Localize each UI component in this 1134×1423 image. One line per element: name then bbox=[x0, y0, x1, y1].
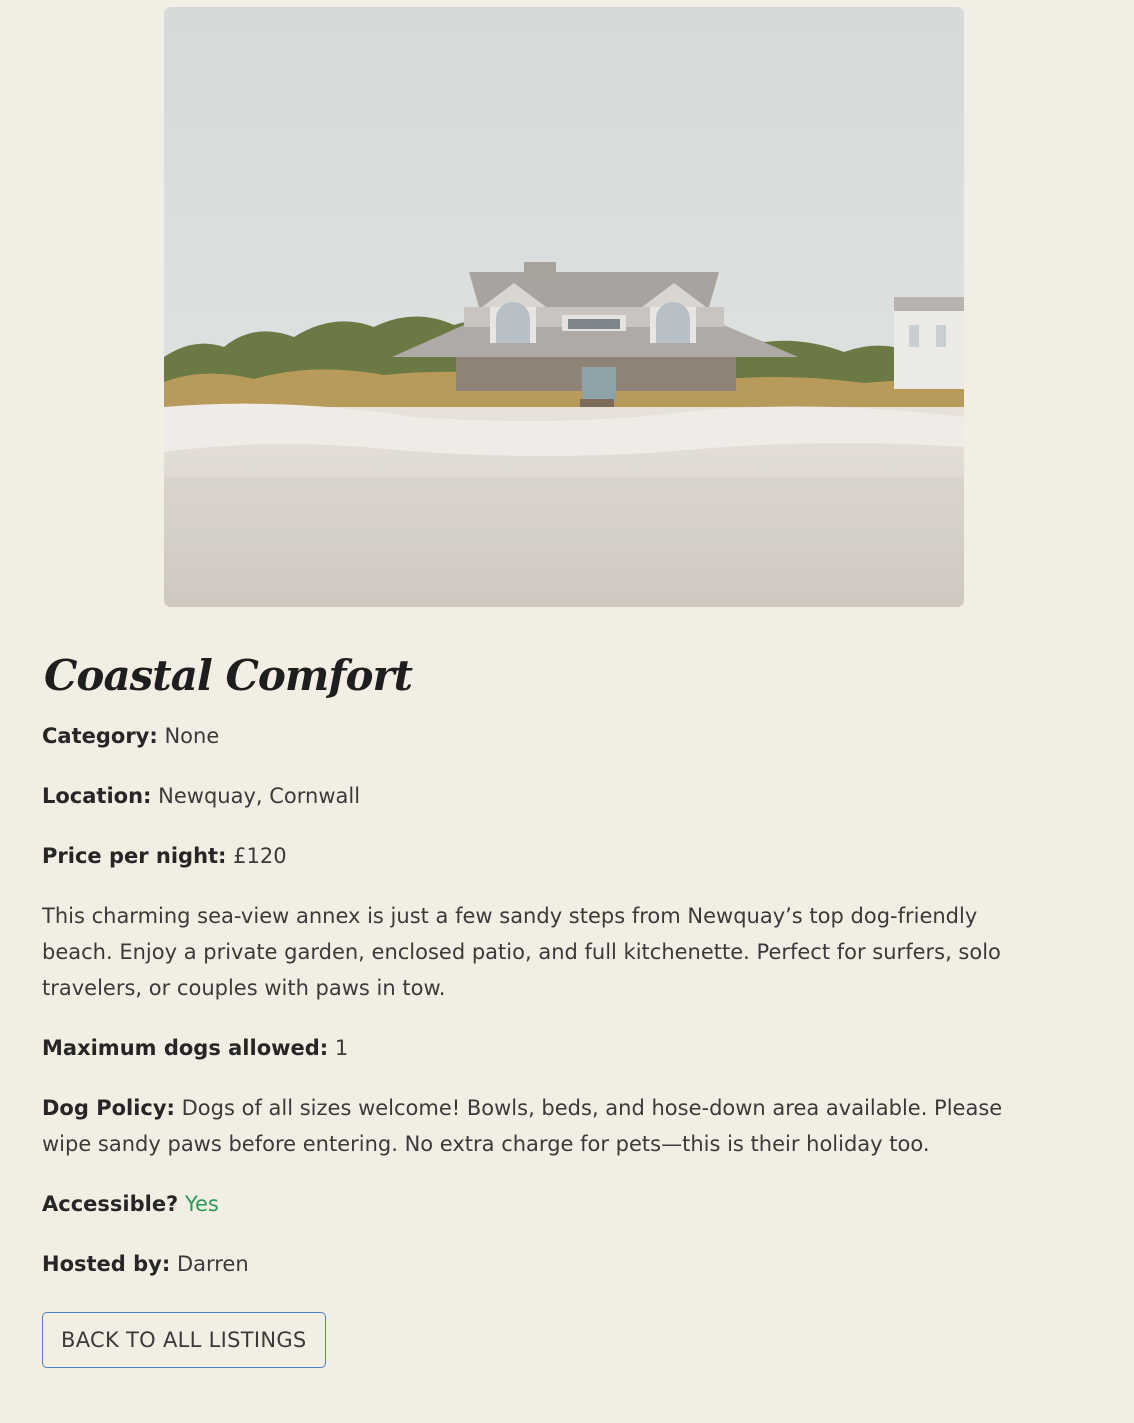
dog-policy-row: Dog Policy: Dogs of all sizes welcome! B… bbox=[42, 1090, 1052, 1162]
accessible-label: Accessible? bbox=[42, 1192, 179, 1216]
host-row: Hosted by: Darren bbox=[42, 1246, 1052, 1282]
location-label: Location: bbox=[42, 784, 152, 808]
accessible-value: Yes bbox=[184, 1192, 219, 1216]
category-value: None bbox=[164, 724, 220, 748]
category-row: Category: None bbox=[42, 718, 1052, 754]
host-value: Darren bbox=[176, 1252, 249, 1276]
listing-title: Coastal Comfort bbox=[44, 651, 413, 700]
listing-photo bbox=[164, 7, 964, 607]
location-value: Newquay, Cornwall bbox=[158, 784, 361, 808]
dog-policy-value: Dogs of all sizes welcome! Bowls, beds, … bbox=[42, 1096, 1003, 1156]
host-label: Hosted by: bbox=[42, 1252, 171, 1276]
listing-details: Coastal Comfort Category: None Location:… bbox=[42, 640, 1052, 1368]
accessible-row: Accessible? Yes bbox=[42, 1186, 1052, 1222]
max-dogs-row: Maximum dogs allowed: 1 bbox=[42, 1030, 1052, 1066]
listing-description: This charming sea-view annex is just a f… bbox=[42, 904, 1001, 1000]
category-label: Category: bbox=[42, 724, 158, 748]
dog-policy-label: Dog Policy: bbox=[42, 1096, 175, 1120]
price-value: £120 bbox=[233, 844, 287, 868]
price-row: Price per night: £120 bbox=[42, 838, 1052, 874]
price-label: Price per night: bbox=[42, 844, 227, 868]
max-dogs-label: Maximum dogs allowed: bbox=[42, 1036, 329, 1060]
max-dogs-value: 1 bbox=[334, 1036, 349, 1060]
back-to-listings-button[interactable]: BACK TO ALL LISTINGS bbox=[42, 1312, 326, 1368]
location-row: Location: Newquay, Cornwall bbox=[42, 778, 1052, 814]
